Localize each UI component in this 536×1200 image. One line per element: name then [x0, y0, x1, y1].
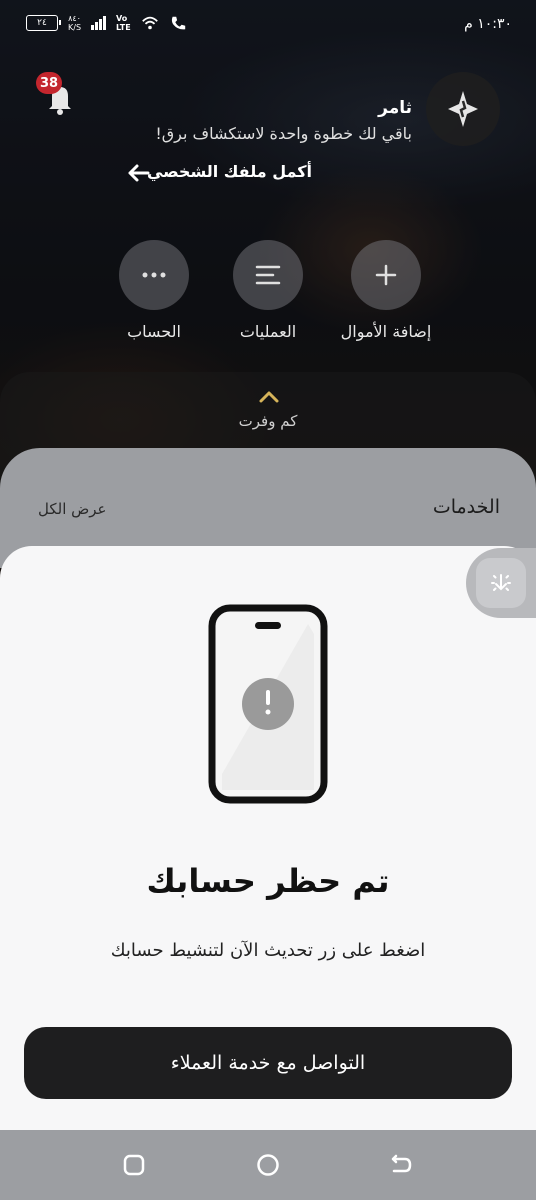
add-funds-action[interactable]: إضافة الأموال — [326, 240, 446, 341]
battery-level: ٢٤ — [37, 18, 47, 28]
wifi-icon — [141, 16, 158, 30]
network-speed: ٨٤٠ K/S — [68, 14, 81, 32]
account-action[interactable]: الحساب — [94, 240, 214, 341]
blocked-phone-illustration — [208, 604, 328, 804]
view-all-link[interactable]: عرض الكل — [38, 500, 107, 518]
volte-indicator: Vo LTE — [116, 14, 131, 32]
call-icon — [171, 16, 185, 30]
brand-logo[interactable] — [426, 72, 500, 146]
transactions-action[interactable]: العمليات — [208, 240, 328, 341]
status-bar: ٢٤ ٨٤٠ K/S Vo LTE ١٠:٣٠ م — [0, 0, 536, 54]
signal-icon — [91, 16, 107, 30]
more-icon[interactable] — [119, 240, 189, 310]
home-icon[interactable] — [255, 1152, 281, 1178]
network-speed-value: ٨٤٠ — [68, 14, 81, 23]
add-funds-label: إضافة الأموال — [340, 322, 432, 341]
sparkle-download-icon[interactable] — [476, 558, 526, 608]
tagline: باقي لك خطوة واحدة لاستكشاف برق! — [155, 124, 412, 143]
contact-support-button[interactable]: التواصل مع خدمة العملاء — [24, 1027, 512, 1099]
notification-badge: 38 — [36, 72, 62, 94]
lightning-star-icon — [448, 91, 478, 127]
volte-bottom: LTE — [116, 23, 131, 32]
complete-profile-link[interactable]: أكمل ملفك الشخصي — [147, 162, 312, 181]
volte-top: Vo — [116, 14, 128, 23]
sheet-message: اضغط على زر تحديث الآن لتنشيط حسابك — [110, 940, 426, 961]
services-title: الخدمات — [432, 496, 500, 518]
user-name: ثامر — [378, 98, 412, 118]
network-speed-unit: K/S — [68, 23, 82, 32]
savings-label[interactable]: كم وفرت — [0, 412, 536, 430]
list-icon[interactable] — [233, 240, 303, 310]
back-icon[interactable] — [388, 1152, 414, 1178]
transactions-label: العمليات — [239, 322, 297, 341]
battery-icon: ٢٤ — [26, 15, 61, 31]
recents-icon[interactable] — [121, 1152, 147, 1178]
arrow-left-icon[interactable] — [126, 163, 150, 183]
chevron-up-icon[interactable] — [258, 390, 280, 404]
sheet-title: تم حظر حسابك — [146, 862, 390, 900]
account-label: الحساب — [127, 322, 181, 341]
clock: ١٠:٣٠ م — [464, 16, 512, 32]
plus-icon[interactable] — [351, 240, 421, 310]
